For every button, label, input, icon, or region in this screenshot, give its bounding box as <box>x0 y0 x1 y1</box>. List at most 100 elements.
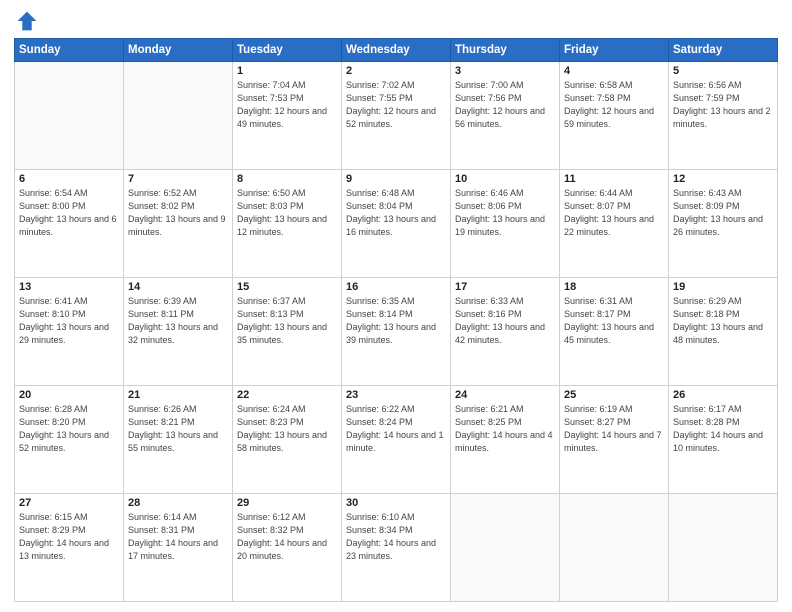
day-info: Sunrise: 6:14 AM Sunset: 8:31 PM Dayligh… <box>128 511 228 563</box>
day-info: Sunrise: 6:19 AM Sunset: 8:27 PM Dayligh… <box>564 403 664 455</box>
day-number: 21 <box>128 389 228 401</box>
calendar-cell <box>669 494 778 602</box>
day-info: Sunrise: 6:12 AM Sunset: 8:32 PM Dayligh… <box>237 511 337 563</box>
calendar-cell: 28 Sunrise: 6:14 AM Sunset: 8:31 PM Dayli… <box>124 494 233 602</box>
day-number: 2 <box>346 65 446 77</box>
calendar-cell: 1 Sunrise: 7:04 AM Sunset: 7:53 PM Daylig… <box>233 62 342 170</box>
day-number: 3 <box>455 65 555 77</box>
day-info: Sunrise: 6:56 AM Sunset: 7:59 PM Dayligh… <box>673 79 773 131</box>
day-number: 7 <box>128 173 228 185</box>
week-row-0: 1 Sunrise: 7:04 AM Sunset: 7:53 PM Daylig… <box>15 62 778 170</box>
day-info: Sunrise: 6:28 AM Sunset: 8:20 PM Dayligh… <box>19 403 119 455</box>
calendar-cell: 19 Sunrise: 6:29 AM Sunset: 8:18 PM Dayli… <box>669 278 778 386</box>
col-header-sunday: Sunday <box>15 39 124 62</box>
day-number: 12 <box>673 173 773 185</box>
header <box>14 10 778 32</box>
day-info: Sunrise: 7:00 AM Sunset: 7:56 PM Dayligh… <box>455 79 555 131</box>
day-info: Sunrise: 6:43 AM Sunset: 8:09 PM Dayligh… <box>673 187 773 239</box>
day-number: 19 <box>673 281 773 293</box>
day-number: 30 <box>346 497 446 509</box>
calendar-cell: 17 Sunrise: 6:33 AM Sunset: 8:16 PM Dayli… <box>451 278 560 386</box>
col-header-saturday: Saturday <box>669 39 778 62</box>
day-number: 23 <box>346 389 446 401</box>
day-info: Sunrise: 6:26 AM Sunset: 8:21 PM Dayligh… <box>128 403 228 455</box>
calendar-cell: 2 Sunrise: 7:02 AM Sunset: 7:55 PM Daylig… <box>342 62 451 170</box>
calendar-cell: 30 Sunrise: 6:10 AM Sunset: 8:34 PM Dayli… <box>342 494 451 602</box>
day-info: Sunrise: 6:21 AM Sunset: 8:25 PM Dayligh… <box>455 403 555 455</box>
day-info: Sunrise: 6:58 AM Sunset: 7:58 PM Dayligh… <box>564 79 664 131</box>
day-number: 10 <box>455 173 555 185</box>
day-info: Sunrise: 7:04 AM Sunset: 7:53 PM Dayligh… <box>237 79 337 131</box>
day-number: 16 <box>346 281 446 293</box>
calendar-cell: 10 Sunrise: 6:46 AM Sunset: 8:06 PM Dayli… <box>451 170 560 278</box>
calendar-cell: 22 Sunrise: 6:24 AM Sunset: 8:23 PM Dayli… <box>233 386 342 494</box>
day-number: 28 <box>128 497 228 509</box>
day-number: 1 <box>237 65 337 77</box>
week-row-1: 6 Sunrise: 6:54 AM Sunset: 8:00 PM Daylig… <box>15 170 778 278</box>
calendar-table: SundayMondayTuesdayWednesdayThursdayFrid… <box>14 38 778 602</box>
day-info: Sunrise: 6:44 AM Sunset: 8:07 PM Dayligh… <box>564 187 664 239</box>
day-info: Sunrise: 6:50 AM Sunset: 8:03 PM Dayligh… <box>237 187 337 239</box>
week-row-2: 13Sunrise: 6:41 AM Sunset: 8:10 PM Dayli… <box>15 278 778 386</box>
day-info: Sunrise: 7:02 AM Sunset: 7:55 PM Dayligh… <box>346 79 446 131</box>
day-number: 22 <box>237 389 337 401</box>
day-info: Sunrise: 6:54 AM Sunset: 8:00 PM Dayligh… <box>19 187 119 239</box>
day-info: Sunrise: 6:46 AM Sunset: 8:06 PM Dayligh… <box>455 187 555 239</box>
day-number: 5 <box>673 65 773 77</box>
calendar-cell: 16 Sunrise: 6:35 AM Sunset: 8:14 PM Dayli… <box>342 278 451 386</box>
day-number: 17 <box>455 281 555 293</box>
day-info: Sunrise: 6:31 AM Sunset: 8:17 PM Dayligh… <box>564 295 664 347</box>
calendar-cell: 25 Sunrise: 6:19 AM Sunset: 8:27 PM Dayli… <box>560 386 669 494</box>
day-number: 25 <box>564 389 664 401</box>
calendar-cell: 8 Sunrise: 6:50 AM Sunset: 8:03 PM Daylig… <box>233 170 342 278</box>
day-info: Sunrise: 6:41 AM Sunset: 8:10 PM Dayligh… <box>19 295 119 347</box>
day-number: 29 <box>237 497 337 509</box>
day-number: 14 <box>128 281 228 293</box>
calendar-cell: 29 Sunrise: 6:12 AM Sunset: 8:32 PM Dayli… <box>233 494 342 602</box>
col-header-tuesday: Tuesday <box>233 39 342 62</box>
day-number: 6 <box>19 173 119 185</box>
day-info: Sunrise: 6:29 AM Sunset: 8:18 PM Dayligh… <box>673 295 773 347</box>
day-number: 11 <box>564 173 664 185</box>
day-info: Sunrise: 6:48 AM Sunset: 8:04 PM Dayligh… <box>346 187 446 239</box>
calendar-header-row: SundayMondayTuesdayWednesdayThursdayFrid… <box>15 39 778 62</box>
day-info: Sunrise: 6:33 AM Sunset: 8:16 PM Dayligh… <box>455 295 555 347</box>
general-blue-icon <box>16 10 38 32</box>
calendar-cell <box>451 494 560 602</box>
calendar-cell <box>560 494 669 602</box>
calendar-cell <box>124 62 233 170</box>
col-header-friday: Friday <box>560 39 669 62</box>
col-header-thursday: Thursday <box>451 39 560 62</box>
logo <box>14 10 40 32</box>
day-info: Sunrise: 6:24 AM Sunset: 8:23 PM Dayligh… <box>237 403 337 455</box>
week-row-4: 27 Sunrise: 6:15 AM Sunset: 8:29 PM Dayli… <box>15 494 778 602</box>
calendar-cell <box>15 62 124 170</box>
day-info: Sunrise: 6:52 AM Sunset: 8:02 PM Dayligh… <box>128 187 228 239</box>
day-info: Sunrise: 6:22 AM Sunset: 8:24 PM Dayligh… <box>346 403 446 455</box>
day-number: 4 <box>564 65 664 77</box>
calendar-cell: 27 Sunrise: 6:15 AM Sunset: 8:29 PM Dayli… <box>15 494 124 602</box>
calendar-cell: 20 Sunrise: 6:28 AM Sunset: 8:20 PM Dayli… <box>15 386 124 494</box>
logo-inner <box>14 10 40 32</box>
calendar-cell: 5 Sunrise: 6:56 AM Sunset: 7:59 PM Daylig… <box>669 62 778 170</box>
day-number: 27 <box>19 497 119 509</box>
col-header-wednesday: Wednesday <box>342 39 451 62</box>
calendar-cell: 4 Sunrise: 6:58 AM Sunset: 7:58 PM Daylig… <box>560 62 669 170</box>
calendar-cell: 18Sunrise: 6:31 AM Sunset: 8:17 PM Dayli… <box>560 278 669 386</box>
calendar-cell: 6 Sunrise: 6:54 AM Sunset: 8:00 PM Daylig… <box>15 170 124 278</box>
day-info: Sunrise: 6:35 AM Sunset: 8:14 PM Dayligh… <box>346 295 446 347</box>
day-info: Sunrise: 6:15 AM Sunset: 8:29 PM Dayligh… <box>19 511 119 563</box>
calendar-cell: 21 Sunrise: 6:26 AM Sunset: 8:21 PM Dayli… <box>124 386 233 494</box>
calendar-cell: 3 Sunrise: 7:00 AM Sunset: 7:56 PM Daylig… <box>451 62 560 170</box>
day-number: 20 <box>19 389 119 401</box>
day-number: 15 <box>237 281 337 293</box>
calendar-cell: 26Sunrise: 6:17 AM Sunset: 8:28 PM Dayli… <box>669 386 778 494</box>
page: SundayMondayTuesdayWednesdayThursdayFrid… <box>0 0 792 612</box>
calendar-cell: 13Sunrise: 6:41 AM Sunset: 8:10 PM Dayli… <box>15 278 124 386</box>
week-row-3: 20 Sunrise: 6:28 AM Sunset: 8:20 PM Dayli… <box>15 386 778 494</box>
day-info: Sunrise: 6:10 AM Sunset: 8:34 PM Dayligh… <box>346 511 446 563</box>
day-number: 26 <box>673 389 773 401</box>
calendar-cell: 9Sunrise: 6:48 AM Sunset: 8:04 PM Daylig… <box>342 170 451 278</box>
day-info: Sunrise: 6:37 AM Sunset: 8:13 PM Dayligh… <box>237 295 337 347</box>
day-number: 8 <box>237 173 337 185</box>
